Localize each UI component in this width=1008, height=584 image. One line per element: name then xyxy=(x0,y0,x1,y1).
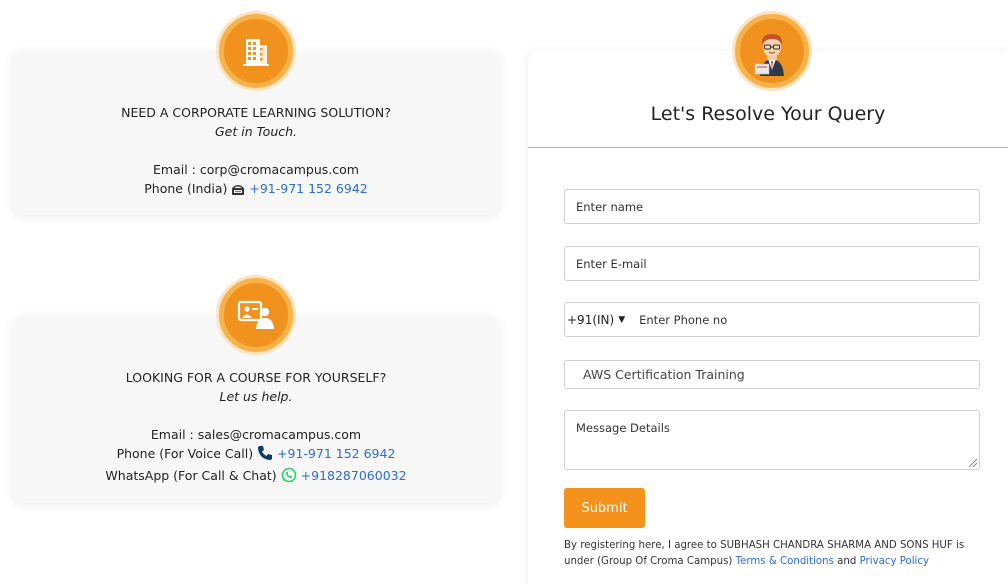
personal-phone-link[interactable]: +91-971 152 6942 xyxy=(277,446,395,461)
personal-whatsapp-link[interactable]: +918287060032 xyxy=(301,468,407,483)
corporate-email[interactable]: corp@cromacampus.com xyxy=(200,162,359,177)
personal-whatsapp-line: WhatsApp (For Call & Chat) +918287060032 xyxy=(12,466,500,488)
privacy-policy-link[interactable]: Privacy Policy xyxy=(860,556,929,567)
country-code-select[interactable]: +91(IN) ▼ xyxy=(565,303,629,336)
whatsapp-icon xyxy=(281,467,297,488)
email-input[interactable]: Enter E-mail xyxy=(564,246,980,281)
terms-conditions-link[interactable]: Terms & Conditions xyxy=(736,556,834,567)
course-input[interactable]: AWS Certification Training xyxy=(564,360,980,389)
country-code-value: +91(IN) xyxy=(567,312,615,327)
phone-input[interactable]: Enter Phone no xyxy=(639,313,727,327)
phone-field: +91(IN) ▼ Enter Phone no xyxy=(564,302,980,337)
corporate-email-line: Email : corp@cromacampus.com xyxy=(12,160,500,179)
submit-button[interactable]: Submit xyxy=(564,488,645,528)
personal-subheading: Let us help. xyxy=(219,389,293,404)
support-agent-icon xyxy=(735,14,809,88)
corporate-heading: NEED A CORPORATE LEARNING SOLUTION? xyxy=(121,105,391,120)
caret-down-icon: ▼ xyxy=(618,314,626,325)
corporate-phone-link[interactable]: +91-971 152 6942 xyxy=(249,181,367,196)
title-divider xyxy=(528,147,1008,148)
corporate-email-label: Email : xyxy=(153,162,200,177)
terms-text: By registering here, I agree to SUBHASH … xyxy=(564,538,984,570)
presentation-icon xyxy=(219,278,293,352)
corporate-subheading: Get in Touch. xyxy=(214,124,298,139)
personal-whatsapp-label: WhatsApp (For Call & Chat) xyxy=(105,468,281,483)
personal-heading: LOOKING FOR A COURSE FOR YOURSELF? xyxy=(125,370,387,385)
name-input[interactable]: Enter name xyxy=(564,189,980,224)
corporate-phone-label: Phone (India) xyxy=(144,181,232,196)
personal-email[interactable]: sales@cromacampus.com xyxy=(198,427,361,442)
personal-email-line: Email : sales@cromacampus.com xyxy=(12,425,500,444)
building-icon xyxy=(219,14,293,88)
telephone-icon xyxy=(231,182,245,201)
personal-phone-label: Phone (For Voice Call) xyxy=(116,446,258,461)
message-placeholder: Message Details xyxy=(576,421,670,435)
phone-icon xyxy=(257,445,273,466)
message-textarea[interactable]: Message Details xyxy=(564,410,980,470)
personal-email-label: Email : xyxy=(150,427,198,442)
terms-and: and xyxy=(833,556,860,567)
corporate-phone-line: Phone (India) +91-971 152 6942 xyxy=(12,179,500,201)
personal-phone-line: Phone (For Voice Call) +91-971 152 6942 xyxy=(12,444,500,466)
form-title: Let's Resolve Your Query xyxy=(650,103,886,125)
resize-handle-icon[interactable] xyxy=(969,459,977,467)
query-form-panel: Let's Resolve Your Query Enter name Ente… xyxy=(528,51,1008,584)
